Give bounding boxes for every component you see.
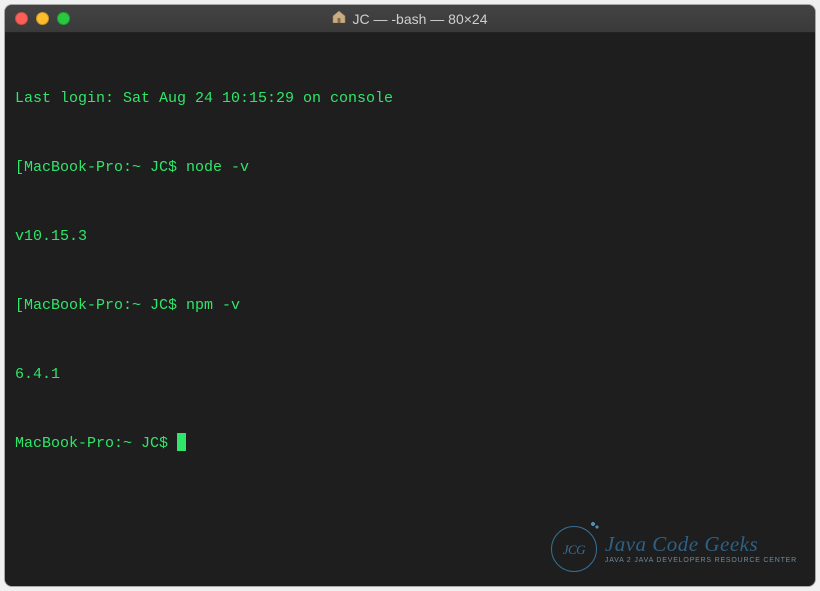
watermark-badge-icon: JCG [551, 526, 597, 572]
maximize-button[interactable] [57, 12, 70, 25]
terminal-line: [MacBook-Pro:~ JC$ npm -v [15, 294, 805, 317]
watermark-main: Java Code Geeks [605, 534, 797, 555]
watermark-text: Java Code Geeks Java 2 Java Developers R… [605, 534, 797, 564]
window-title: JC — -bash — 80×24 [352, 11, 487, 27]
terminal-line: 6.4.1 [15, 363, 805, 386]
home-folder-icon [332, 11, 346, 26]
terminal-prompt: MacBook-Pro:~ JC$ [15, 435, 177, 452]
window-title-wrap: JC — -bash — 80×24 [5, 11, 815, 27]
terminal-line: v10.15.3 [15, 225, 805, 248]
terminal-prompt-line: MacBook-Pro:~ JC$ [15, 432, 805, 455]
terminal-line: [MacBook-Pro:~ JC$ node -v [15, 156, 805, 179]
close-button[interactable] [15, 12, 28, 25]
minimize-button[interactable] [36, 12, 49, 25]
terminal-line: Last login: Sat Aug 24 10:15:29 on conso… [15, 87, 805, 110]
watermark: JCG Java Code Geeks Java 2 Java Develope… [551, 526, 797, 572]
titlebar: JC — -bash — 80×24 [5, 5, 815, 33]
terminal-body[interactable]: Last login: Sat Aug 24 10:15:29 on conso… [5, 33, 815, 586]
watermark-sub: Java 2 Java Developers Resource Center [605, 557, 797, 564]
cursor [177, 433, 186, 451]
terminal-window: JC — -bash — 80×24 Last login: Sat Aug 2… [5, 5, 815, 586]
watermark-badge-text: JCG [563, 538, 585, 561]
window-controls [15, 12, 70, 25]
